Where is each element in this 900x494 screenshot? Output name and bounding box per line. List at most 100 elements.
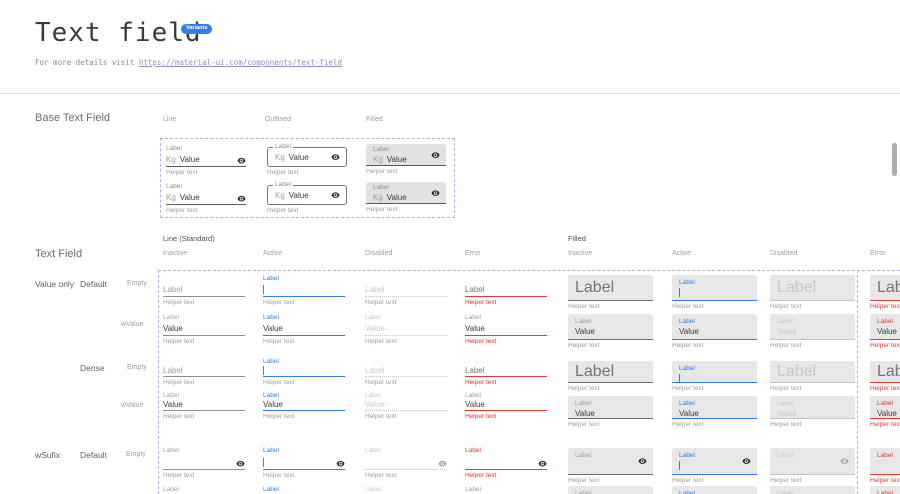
visibility-icon [237, 157, 246, 164]
field-label: Label [679, 365, 695, 372]
base-text-field-line[interactable]: LabelKgValueHelper text [166, 182, 246, 215]
helper-text: Helper text [568, 304, 653, 311]
field-label: Label [373, 146, 439, 154]
text-field-line-standard-active-wsufix-empty[interactable]: LabelHelper text [263, 446, 345, 480]
text-field-line-standard-error-wsufix-wvalue[interactable]: LabelValueHelper text [465, 485, 547, 494]
text-field-filled-active-dense-wvalue[interactable]: LabelValueHelper text [672, 396, 757, 429]
text-field-filled-error-wvalue[interactable]: LabelValue Helper text [870, 314, 900, 350]
text-field-line-standard-error-empty[interactable]: LabelHelper text [465, 274, 547, 307]
field-label-row: Label [679, 399, 750, 408]
text-field-filled-inactive-dense-empty[interactable]: LabelHelper text [568, 361, 653, 393]
text-field-filled-disabled-dense-wvalue[interactable]: LabelValueHelper text [770, 396, 855, 429]
helper-text: Helper text [870, 343, 900, 350]
text-field-filled-error-empty[interactable]: LabelHelper text [870, 275, 900, 311]
text-cursor [679, 374, 680, 383]
matrix-frame-left [158, 270, 159, 494]
base-text-field-outlined[interactable]: LabelKgValueHelper text [267, 182, 347, 215]
text-field-line-standard-disabled-dense-wvalue[interactable]: LabelValueHelper text [365, 392, 447, 421]
text-field-filled-active-wvalue[interactable]: LabelValueHelper text [672, 314, 757, 350]
field-label: Label [365, 285, 385, 294]
field-label: Label [777, 363, 848, 381]
field-label-row: Label [263, 392, 345, 400]
field-label: Label [679, 452, 695, 459]
text-field-filled-inactive-empty[interactable]: LabelHelper text [568, 275, 653, 311]
base-section-title: Base Text Field [35, 112, 110, 124]
text-field-line-standard-inactive-wsufix-wvalue[interactable]: LabelValueHelper text [163, 485, 245, 494]
field-value-row: Value [163, 400, 245, 410]
text-field-line-standard-active-dense-wvalue[interactable]: LabelValueHelper text [263, 392, 345, 421]
text-field-filled-error-dense-wvalue[interactable]: LabelValueHelper text [870, 396, 900, 429]
text-field-line-standard-inactive-dense-wvalue[interactable]: LabelValueHelper text [163, 392, 245, 421]
text-field-line-standard-disabled-wsufix-wvalue[interactable]: LabelValueHelper text [365, 485, 447, 494]
field-label-row: Label [263, 274, 345, 284]
base-text-field-filled[interactable]: LabelKgValueHelper text [366, 144, 446, 176]
field-value-row [777, 460, 848, 471]
text-field-filled-disabled-wsufix-wvalue[interactable]: LabelValueHelper text [770, 486, 855, 494]
field-value-row: Value [679, 326, 750, 337]
text-field-filled-disabled-dense-empty[interactable]: LabelHelper text [770, 361, 855, 393]
text-field-line-standard-disabled-wvalue[interactable]: LabelValueHelper text [365, 313, 447, 346]
base-column-header-filled: Filled [366, 116, 383, 123]
text-field-line-standard-error-wvalue[interactable]: LabelValueHelper text [465, 313, 547, 346]
field-label-row: Label [163, 392, 245, 400]
text-field-line-standard-error-dense-empty[interactable]: LabelHelper text [465, 358, 547, 387]
base-column-header-outlined: Outlined [265, 116, 291, 123]
base-text-field-outlined[interactable]: LabelKgValueHelper text [267, 144, 347, 177]
text-field-filled-error-dense-empty[interactable]: LabelHelper text [870, 361, 900, 393]
field-value-row: KgValue [166, 191, 246, 204]
field-label-row: Label [365, 313, 447, 323]
field-value: Value [679, 327, 699, 336]
text-field-line-standard-inactive-dense-empty[interactable]: LabelHelper text [163, 358, 245, 387]
text-field-filled-inactive-wsufix-wvalue[interactable]: LabelValueHelper text [568, 486, 653, 494]
base-text-field-filled[interactable]: LabelKgValueHelper text [366, 182, 446, 214]
text-field-filled-disabled-wvalue[interactable]: LabelValueHelper text [770, 314, 855, 350]
helper-text: Helper text [465, 473, 547, 480]
adornment-prefix: Kg [373, 193, 383, 202]
text-field-line-standard-disabled-dense-empty[interactable]: LabelHelper text [365, 358, 447, 387]
text-field-filled-inactive-dense-wvalue[interactable]: LabelValueHelper text [568, 396, 653, 429]
text-field-line-standard-active-wvalue[interactable]: LabelValueHelper text [263, 313, 345, 346]
text-field-filled-active-dense-empty[interactable]: LabelHelper text [672, 361, 757, 393]
text-field-line-standard-disabled-empty[interactable]: LabelHelper text [365, 274, 447, 307]
field-underline [365, 335, 447, 336]
helper-text: Helper text [267, 170, 347, 177]
base-text-field-line[interactable]: LabelKgValueHelper text [166, 144, 246, 177]
text-field-filled-active-empty[interactable]: LabelHelper text [672, 275, 757, 311]
field-label-row: Label [679, 451, 750, 460]
scrollbar-thumb[interactable] [892, 143, 897, 176]
text-field-line-standard-error-dense-wvalue[interactable]: LabelValueHelper text [465, 392, 547, 421]
text-field-filled-inactive-wsufix-empty[interactable]: LabelHelper text [568, 448, 653, 485]
state-header-inactive: Inactive [163, 250, 187, 257]
text-field-line-standard-active-wsufix-wvalue[interactable]: LabelValueHelper text [263, 485, 345, 494]
row-label-empty: Empty [127, 364, 147, 371]
text-field-filled-inactive-wvalue[interactable]: LabelValueHelper text [568, 314, 653, 350]
text-field-line-standard-error-wsufix-empty[interactable]: LabelHelper text [465, 446, 547, 480]
field-label-row: Label [877, 399, 900, 408]
field-label: Label [166, 182, 246, 191]
field-label-row: Label [679, 364, 750, 373]
field-underline [465, 296, 547, 297]
filled-box: LabelValue [870, 314, 900, 340]
text-field-filled-disabled-empty[interactable]: LabelHelper text [770, 275, 855, 311]
field-label: Label [365, 314, 381, 321]
text-field-line-standard-inactive-wvalue[interactable]: LabelValueHelper text [163, 313, 245, 346]
text-field-line-standard-active-empty[interactable]: LabelHelper text [263, 274, 345, 307]
text-field-line-standard-inactive-empty[interactable]: LabelHelper text [163, 274, 245, 307]
field-value-row [575, 460, 646, 471]
text-field-filled-active-wsufix-wvalue[interactable]: LabelValueHelper text [672, 486, 757, 494]
filled-box: LabelKgValue [366, 144, 446, 166]
text-field-filled-error-wsufix-wvalue[interactable]: LabelValueHelper text [870, 486, 900, 494]
text-field-line-standard-inactive-wsufix-empty[interactable]: LabelHelper text [163, 446, 245, 480]
text-field-filled-disabled-wsufix-empty[interactable]: LabelHelper text [770, 448, 855, 485]
text-field-line-standard-active-dense-empty[interactable]: LabelHelper text [263, 358, 345, 387]
visibility-icon [742, 458, 751, 465]
helper-text: Helper text [166, 170, 246, 177]
subtitle-link[interactable]: https://material-ui.com/components/text-… [139, 58, 342, 67]
helper-text: Helper text [163, 473, 245, 480]
field-label: Label [163, 285, 183, 294]
field-underline [365, 410, 447, 411]
text-field-filled-active-wsufix-empty[interactable]: LabelHelper text [672, 448, 757, 485]
text-field-filled-error-wsufix-empty[interactable]: LabelHelper text [870, 448, 900, 485]
helper-text: Helper text [465, 414, 547, 421]
text-field-line-standard-disabled-wsufix-empty[interactable]: LabelHelper text [365, 446, 447, 480]
